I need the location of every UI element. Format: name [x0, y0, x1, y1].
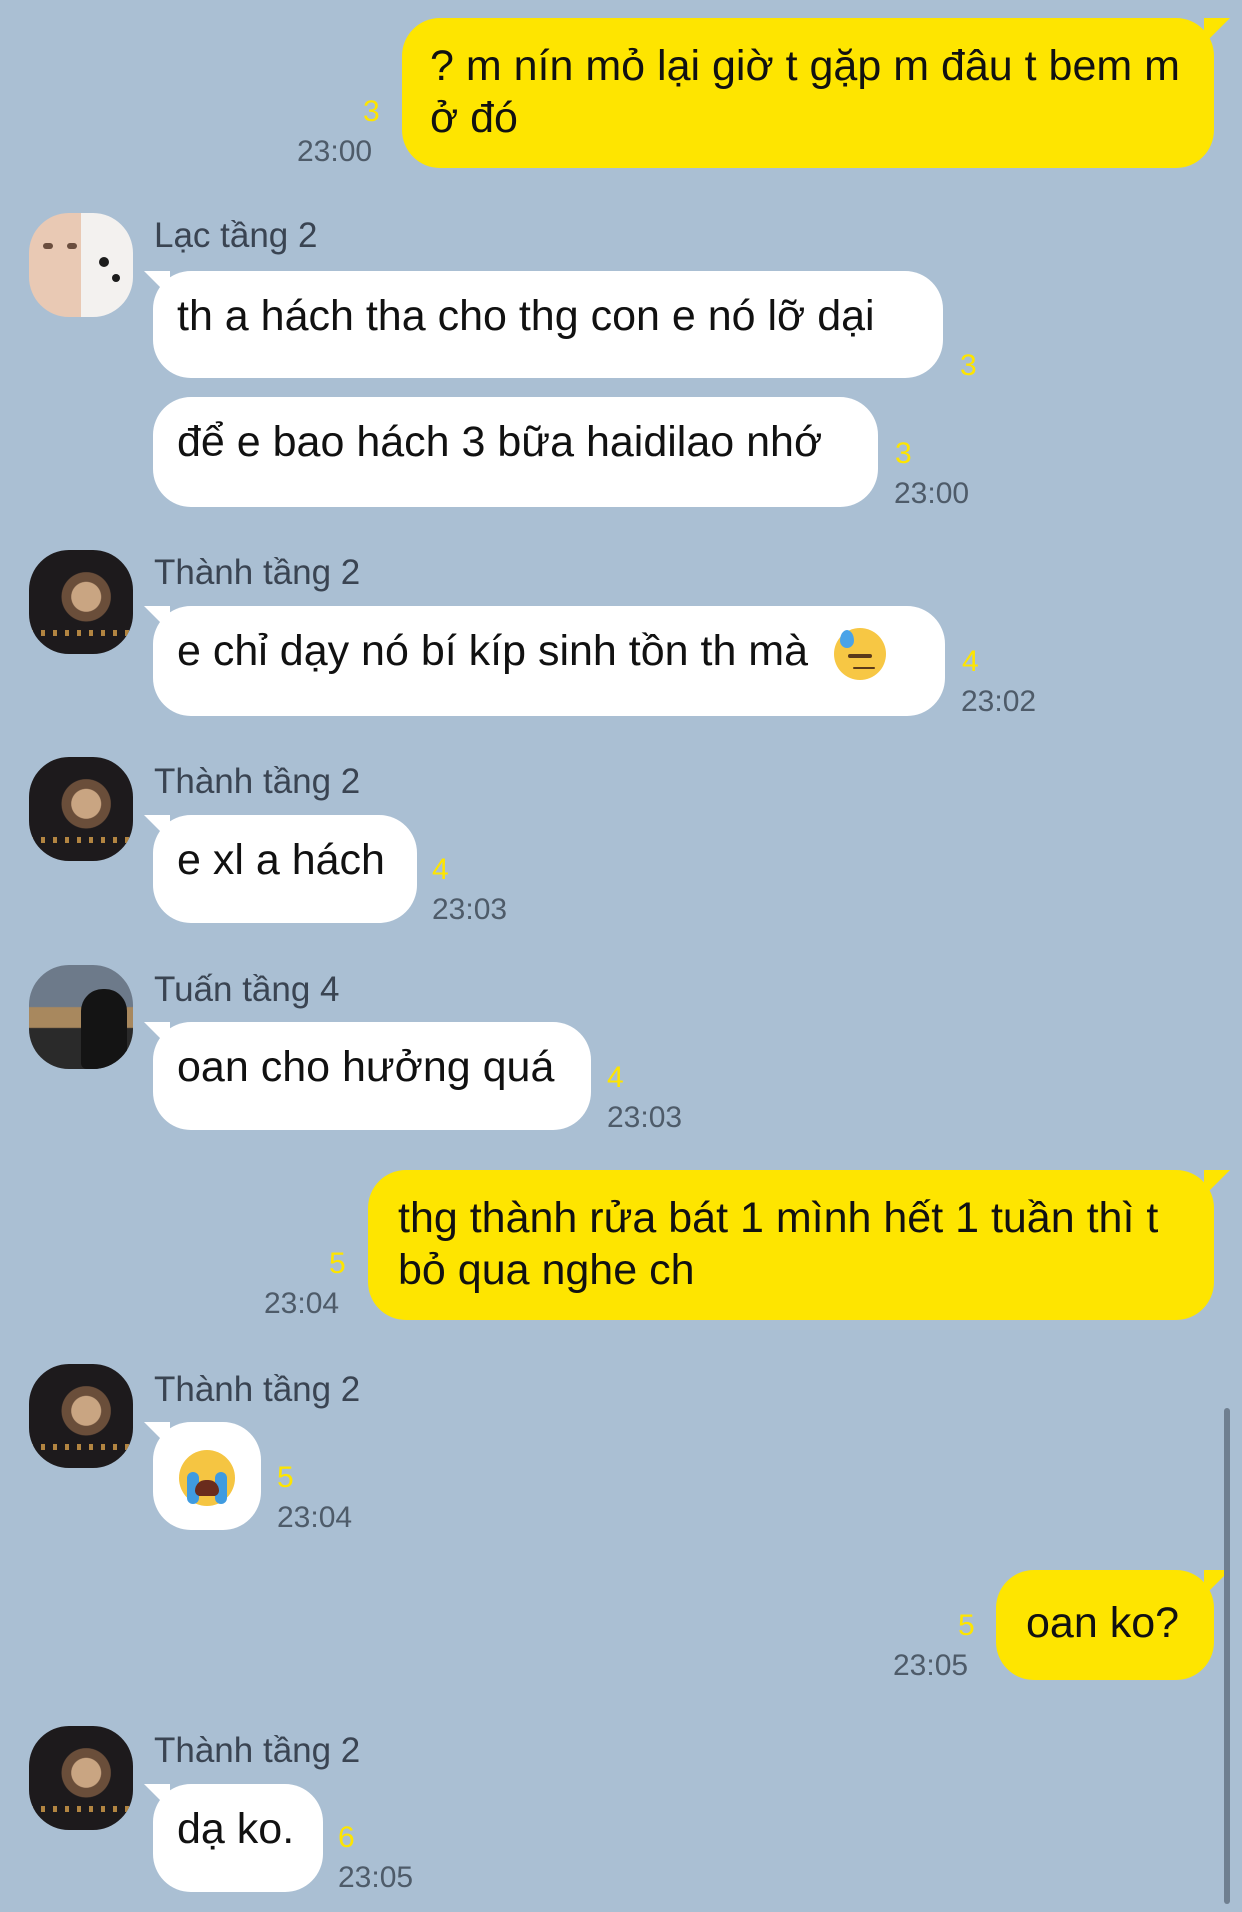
message-bubble-outgoing[interactable]: thg thành rửa bát 1 mình hết 1 tuần thì … [368, 1170, 1214, 1320]
message-bubble-incoming[interactable]: dạ ko. [153, 1784, 323, 1892]
message-bubble-incoming[interactable]: để e bao hách 3 bữa haidilao nhớ [153, 397, 878, 507]
sender-name: Tuấn tầng 4 [154, 970, 340, 1009]
unread-count: 3 [895, 437, 912, 470]
avatar-thanh[interactable] [29, 757, 133, 861]
avatar-tuan[interactable] [29, 965, 133, 1069]
unread-count: 5 [277, 1461, 294, 1494]
message-bubble-incoming[interactable]: e xl a hách [153, 815, 417, 923]
message-time: 23:05 [893, 1649, 969, 1682]
message-bubble-outgoing[interactable]: oan ko? [996, 1570, 1214, 1680]
message-time: 23:03 [607, 1101, 683, 1134]
unread-count: 4 [962, 645, 979, 678]
message-time: 23:00 [297, 135, 373, 168]
message-bubble-incoming[interactable]: th a hách tha cho thg con e nó lỡ dại [153, 271, 943, 378]
scrollbar[interactable] [1224, 1408, 1230, 1904]
message-bubble-incoming[interactable]: oan cho hưởng quá [153, 1022, 591, 1130]
message-bubble-incoming[interactable] [153, 1422, 261, 1530]
sender-name: Thành tầng 2 [154, 553, 361, 592]
loudly-crying-face-icon [179, 1449, 235, 1506]
chat-area[interactable]: ? m nín mỏ lại giờ t gặp m đâu t bem m ở… [0, 0, 1242, 1912]
avatar-thanh[interactable] [29, 1364, 133, 1468]
unread-count: 4 [432, 853, 449, 886]
sender-name: Lạc tầng 2 [154, 216, 318, 255]
unread-count: 3 [363, 95, 380, 128]
unread-count: 4 [607, 1061, 624, 1094]
message-time: 23:00 [894, 477, 970, 510]
message-text: e chỉ dạy nó bí kíp sinh tồn th mà [177, 627, 809, 675]
message-bubble-outgoing[interactable]: ? m nín mỏ lại giờ t gặp m đâu t bem m ở… [402, 18, 1214, 168]
unread-count: 5 [329, 1247, 346, 1280]
sender-name: Thành tầng 2 [154, 1731, 361, 1770]
message-time: 23:02 [961, 685, 1037, 718]
downcast-face-with-sweat-icon [834, 627, 886, 680]
bubble-tail [1204, 1170, 1230, 1196]
avatar-thanh[interactable] [29, 550, 133, 654]
message-time: 23:04 [264, 1287, 340, 1320]
avatar-thanh[interactable] [29, 1726, 133, 1830]
unread-count: 5 [958, 1609, 975, 1642]
avatar-lac[interactable] [29, 213, 133, 317]
sender-name: Thành tầng 2 [154, 762, 361, 801]
message-bubble-incoming[interactable]: e chỉ dạy nó bí kíp sinh tồn th mà [153, 606, 945, 716]
message-time: 23:05 [338, 1861, 414, 1894]
unread-count: 6 [338, 1821, 355, 1854]
sender-name: Thành tầng 2 [154, 1370, 361, 1409]
message-time: 23:04 [277, 1501, 353, 1534]
message-time: 23:03 [432, 893, 508, 926]
unread-count: 3 [960, 349, 977, 382]
